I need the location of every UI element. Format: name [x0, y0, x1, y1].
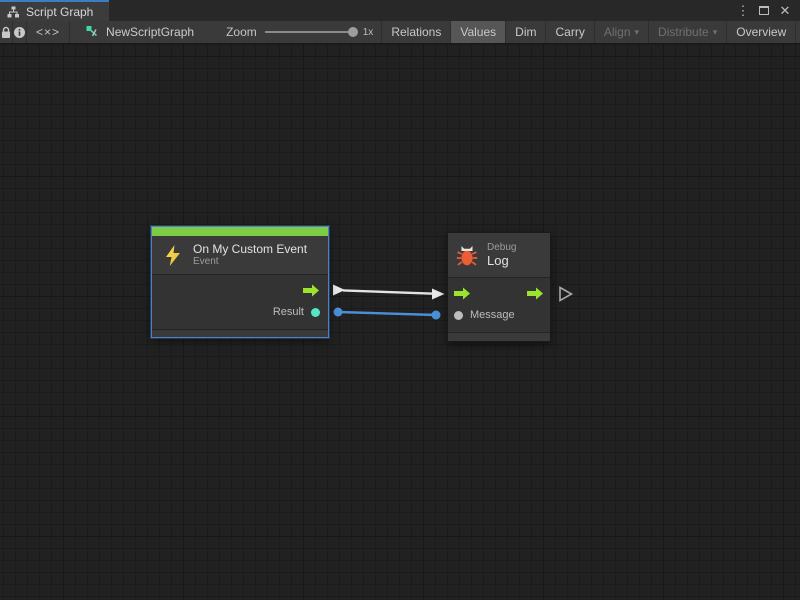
log-flow-ports-row [448, 282, 550, 304]
bug-icon [456, 244, 478, 267]
graph-canvas[interactable]: On My Custom Event Event Result [0, 44, 800, 600]
zoom-value: 1x [363, 27, 374, 38]
kebab-menu-icon: ⋮ [737, 3, 750, 19]
info-button[interactable] [13, 21, 27, 43]
distribute-label: Distribute [658, 25, 709, 39]
align-dropdown[interactable]: Align ▾ [595, 21, 649, 43]
window-controls: ⋮ ✕ [735, 0, 800, 21]
event-flow-output-port[interactable] [152, 279, 328, 301]
graph-name-label: NewScriptGraph [106, 25, 194, 39]
window-menu-button[interactable]: ⋮ [735, 3, 751, 19]
node-debug-log[interactable]: Debug Log Message [447, 232, 551, 342]
chevron-down-icon: ▾ [635, 27, 640, 38]
event-node-subtitle: Event [193, 256, 307, 268]
flow-output-arrow-icon[interactable] [527, 287, 544, 300]
dim-toggle[interactable]: Dim [506, 21, 546, 43]
values-label: Values [460, 25, 496, 39]
lock-button[interactable] [0, 21, 13, 43]
event-result-output-port[interactable]: Result [152, 301, 328, 323]
relations-label: Relations [391, 25, 441, 39]
lock-icon [0, 26, 12, 39]
maximize-button[interactable] [756, 3, 772, 19]
script-graph-asset-icon [86, 25, 100, 39]
overview-label: Overview [736, 25, 786, 39]
values-toggle[interactable]: Values [451, 21, 506, 43]
flow-input-arrow-icon[interactable] [454, 287, 471, 300]
event-node-header[interactable]: On My Custom Event Event [152, 236, 328, 274]
relations-toggle[interactable]: Relations [382, 21, 451, 43]
log-node-header[interactable]: Debug Log [448, 233, 550, 277]
message-port-dot[interactable] [454, 311, 463, 320]
result-port-label: Result [273, 306, 304, 318]
event-node-title: On My Custom Event [193, 242, 307, 256]
angle-brackets-icon: <×> [36, 25, 60, 39]
zoom-slider-knob[interactable] [348, 27, 358, 37]
collapse-ports-button[interactable]: <×> [27, 21, 70, 43]
value-connection [334, 308, 441, 320]
info-icon [13, 26, 26, 39]
graph-toolbar: <×> NewScriptGraph Zoom 1x Relations Val… [0, 21, 800, 44]
zoom-label: Zoom [226, 25, 257, 39]
graph-name-group[interactable]: NewScriptGraph [86, 21, 194, 43]
window-tab-bar: Script Graph ⋮ ✕ [0, 0, 800, 21]
chevron-down-icon: ▾ [713, 27, 718, 38]
carry-toggle[interactable]: Carry [546, 21, 594, 43]
carry-label: Carry [555, 25, 584, 39]
log-message-input-port[interactable]: Message [448, 304, 550, 326]
event-node-color-bar [152, 227, 328, 236]
graph-hierarchy-icon [7, 6, 20, 18]
log-node-footer [448, 332, 550, 341]
toolbar-toggle-group: Relations Values Dim Carry Align ▾ Distr… [381, 21, 800, 43]
align-label: Align [604, 25, 631, 39]
message-port-label: Message [470, 309, 515, 321]
overview-button[interactable]: Overview [727, 21, 796, 43]
distribute-dropdown[interactable]: Distribute ▾ [649, 21, 727, 43]
zoom-slider[interactable] [265, 31, 353, 33]
result-port-dot[interactable] [311, 308, 320, 317]
flow-arrow-icon [303, 284, 320, 297]
log-node-title: Log [487, 254, 516, 268]
fullscreen-button[interactable]: Full S [796, 21, 800, 43]
connection-wires [0, 44, 800, 600]
zoom-control: Zoom 1x [226, 21, 373, 43]
log-node-body: Message [448, 277, 550, 332]
close-icon: ✕ [780, 3, 791, 19]
event-node-body: Result [152, 274, 328, 329]
tab-title: Script Graph [26, 5, 93, 19]
close-button[interactable]: ✕ [777, 3, 793, 19]
lightning-icon [162, 244, 184, 267]
dim-label: Dim [515, 25, 536, 39]
flow-connection [333, 285, 445, 300]
node-on-my-custom-event[interactable]: On My Custom Event Event Result [151, 226, 329, 338]
maximize-icon [759, 6, 769, 15]
event-node-footer [152, 329, 328, 337]
tab-script-graph[interactable]: Script Graph [0, 0, 109, 21]
flow-output-hint-icon[interactable] [560, 288, 572, 301]
